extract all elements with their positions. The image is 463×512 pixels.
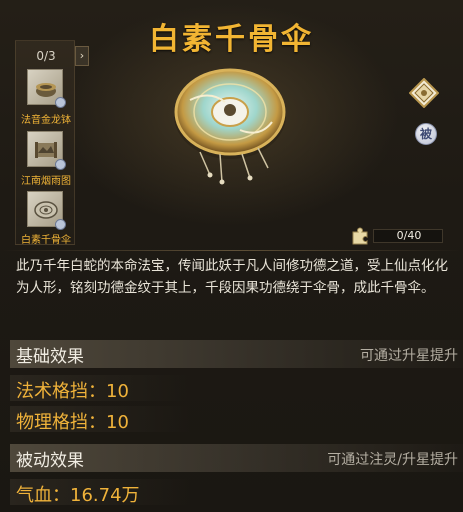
stat-magic-block: 法术格挡：10 bbox=[16, 381, 129, 402]
umbrella-icon bbox=[34, 201, 58, 219]
stat-physical-block: 物理格挡：10 bbox=[16, 412, 129, 433]
passive-effects-header: 被动效果 可通过注灵/升星提升 bbox=[10, 444, 463, 472]
basic-effects-hint: 可通过升星提升 bbox=[360, 348, 458, 364]
set-marker-icon bbox=[55, 97, 66, 108]
artifact-description: 此乃千年白蛇的本命法宝，传闻此妖于凡人间修功德之道，受上仙点化化为人形，铭刻功德… bbox=[16, 258, 448, 296]
passive-effects-hint: 可通过注灵/升星提升 bbox=[327, 452, 458, 468]
artifact-detail-panel: 白素千骨伞 0/3 法音金龙钵 江南烟雨图 白素千骨伞 › 被 0/40 此乃千… bbox=[0, 0, 463, 512]
fragment-progress-bar: 0/40 bbox=[373, 229, 443, 243]
collection-slot-2-label: 江南烟雨图 bbox=[21, 176, 71, 187]
collection-slot-3[interactable] bbox=[27, 191, 66, 230]
collection-slot-2[interactable] bbox=[27, 131, 66, 170]
chevron-right-icon: › bbox=[79, 49, 85, 62]
scroll-painting-icon bbox=[35, 142, 57, 158]
passive-badge-icon[interactable]: 被 bbox=[415, 123, 437, 145]
divider bbox=[0, 250, 463, 251]
puzzle-fragment-icon bbox=[352, 227, 368, 245]
star-upgrade-icon[interactable] bbox=[409, 78, 439, 108]
passive-effects-title: 被动效果 bbox=[16, 451, 84, 471]
basic-effects-title: 基础效果 bbox=[16, 347, 84, 367]
umbrella-artifact-image bbox=[174, 68, 286, 185]
collection-slot-1-label: 法音金龙钵 bbox=[21, 115, 71, 126]
stat-hp: 气血：16.74万 bbox=[16, 485, 140, 506]
basic-effects-header: 基础效果 可通过升星提升 bbox=[10, 340, 463, 368]
bowl-icon bbox=[36, 83, 56, 97]
fragment-count: 0/40 bbox=[396, 229, 422, 242]
set-marker-icon bbox=[55, 159, 66, 170]
collection-count: 0/3 bbox=[36, 49, 56, 63]
set-marker-icon bbox=[55, 219, 66, 230]
collection-set-panel: 0/3 法音金龙钵 江南烟雨图 白素千骨伞 bbox=[15, 40, 75, 246]
collection-slot-1[interactable] bbox=[27, 69, 66, 108]
collapse-sidebar-button[interactable]: › bbox=[75, 46, 89, 66]
collection-slot-3-label: 白素千骨伞 bbox=[21, 235, 71, 246]
